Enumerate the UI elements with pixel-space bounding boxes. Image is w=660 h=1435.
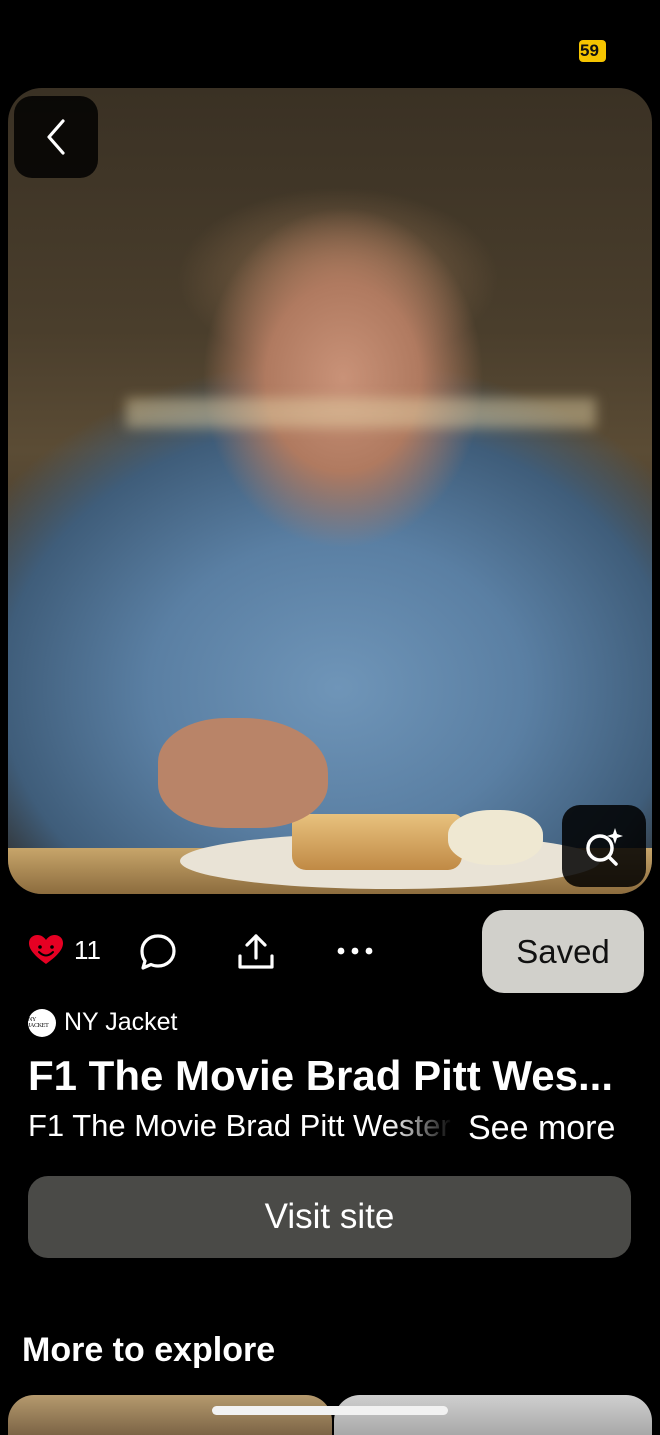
status-badge: 59 — [579, 40, 606, 62]
hand — [158, 718, 328, 828]
pie — [292, 814, 462, 870]
share-icon — [238, 934, 274, 969]
source-name: NY Jacket — [64, 1008, 178, 1036]
pin-image[interactable] — [8, 88, 652, 894]
pin-source[interactable]: NY JACKET NY Jacket — [28, 1008, 177, 1037]
share-button[interactable] — [236, 932, 276, 972]
like-count: 11 — [74, 934, 101, 965]
saved-button[interactable]: Saved — [482, 910, 644, 993]
visual-search-button[interactable] — [562, 805, 646, 887]
see-more-link[interactable]: See more — [468, 1109, 615, 1148]
heart-icon — [29, 935, 63, 964]
description-row: F1 The Movie Brad Pitt Western Shirt See… — [28, 1108, 638, 1152]
pin-title: F1 The Movie Brad Pitt Wes... — [28, 1052, 614, 1099]
comment-button[interactable] — [139, 933, 177, 971]
section-title: More to explore — [22, 1331, 276, 1369]
like-button[interactable]: 11 — [28, 934, 101, 966]
visit-site-button[interactable]: Visit site — [28, 1176, 631, 1258]
source-avatar: NY JACKET — [28, 1008, 56, 1037]
chevron-left-icon — [47, 119, 65, 155]
pin-description: F1 The Movie Brad Pitt Western Shirt — [28, 1108, 453, 1143]
mashed-potatoes — [448, 810, 543, 865]
more-options-button[interactable] — [336, 945, 374, 957]
explore-thumbnail[interactable] — [334, 1395, 652, 1435]
home-indicator — [212, 1406, 448, 1415]
back-button[interactable] — [14, 96, 98, 178]
explore-thumbnail[interactable] — [8, 1395, 332, 1435]
more-icon — [337, 947, 373, 955]
comment-icon — [140, 934, 176, 970]
visual-search-icon — [586, 828, 623, 866]
background-light — [126, 398, 596, 428]
